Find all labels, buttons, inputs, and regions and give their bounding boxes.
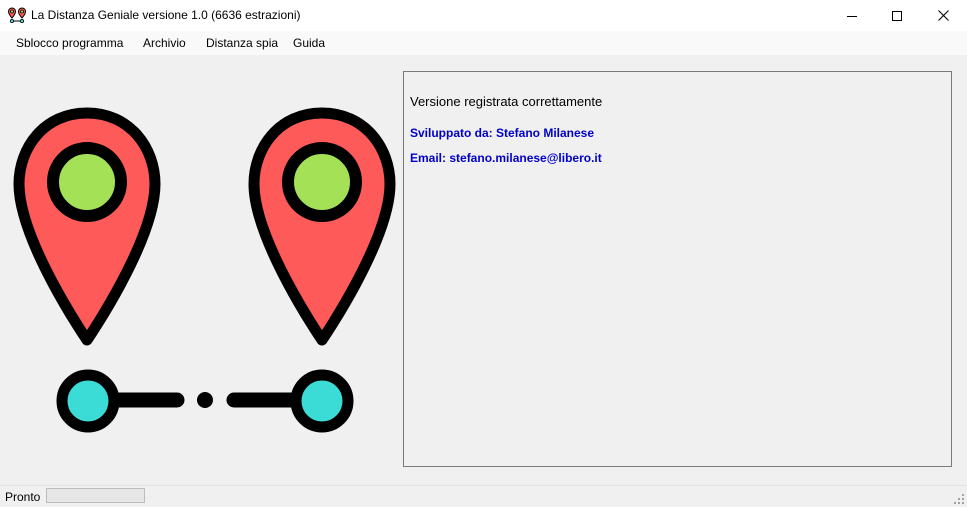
close-button[interactable]	[920, 0, 966, 31]
map-pins-illustration	[0, 56, 402, 484]
status-bar: Pronto	[0, 485, 967, 507]
menu-distanza-spia[interactable]: Distanza spia	[206, 36, 278, 50]
info-panel: Versione registrata correttamente Svilup…	[403, 71, 952, 467]
right-endpoint-icon	[290, 369, 354, 433]
map-pins-icon	[7, 7, 27, 23]
maximize-icon	[892, 10, 902, 21]
menu-sblocco-programma[interactable]: Sblocco programma	[16, 36, 123, 50]
left-endpoint-icon	[56, 369, 120, 433]
minimize-button[interactable]	[829, 0, 875, 31]
menu-guida[interactable]: Guida	[293, 36, 325, 50]
maximize-button[interactable]	[874, 0, 920, 31]
menu-archivio[interactable]: Archivio	[143, 36, 186, 50]
title-bar: La Distanza Geniale versione 1.0 (6636 e…	[0, 0, 967, 31]
status-text: Pronto	[5, 490, 41, 504]
close-icon	[937, 10, 949, 21]
menu-bar: Sblocco programma Archivio Distanza spia…	[0, 31, 967, 56]
developer-credit: Sviluppato da: Stefano Milanese	[410, 126, 595, 140]
window-title: La Distanza Geniale versione 1.0 (6636 e…	[31, 8, 301, 22]
progress-bar	[46, 488, 145, 503]
registration-status: Versione registrata correttamente	[410, 94, 603, 109]
minimize-icon	[847, 15, 857, 17]
resize-grip-icon[interactable]	[953, 493, 965, 505]
map-pins-distance-icon	[13, 107, 396, 433]
developer-email[interactable]: Email: stefano.milanese@libero.it	[410, 151, 602, 165]
